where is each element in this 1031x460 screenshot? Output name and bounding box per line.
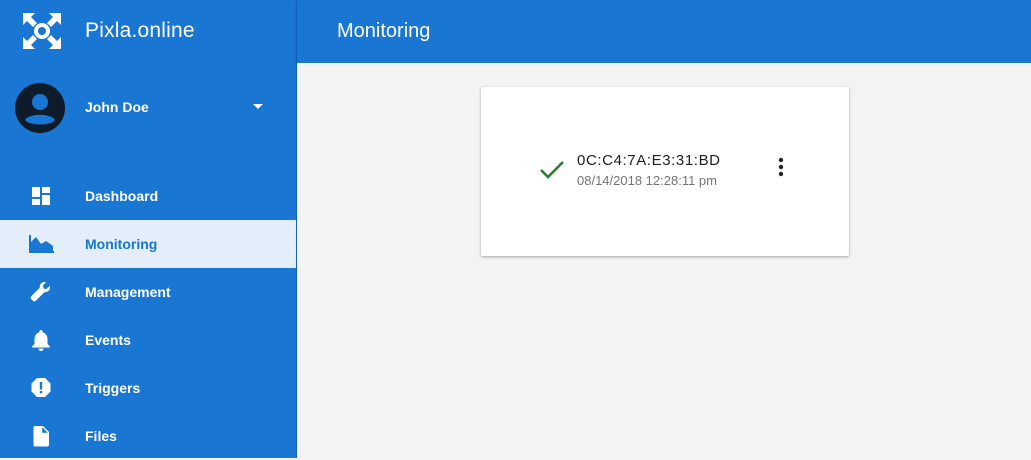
device-card[interactable]: 0C:C4:7A:E3:31:BD 08/14/2018 12:28:11 pm [481, 87, 849, 256]
sidebar-item-dashboard[interactable]: Dashboard [0, 172, 296, 220]
file-icon [33, 426, 49, 447]
check-icon [540, 161, 564, 179]
sidebar-item-management[interactable]: Management [0, 268, 296, 316]
sidebar-item-label: Monitoring [85, 236, 158, 252]
sidebar-item-label: Triggers [85, 380, 141, 396]
sidebar-item-label: Management [85, 284, 171, 300]
pixla-logo-icon [23, 13, 61, 49]
area-chart-icon [29, 235, 54, 253]
sidebar-item-monitoring[interactable]: Monitoring [0, 220, 296, 268]
caret-down-icon[interactable] [253, 104, 263, 109]
device-last-seen: 08/14/2018 12:28:11 pm [577, 173, 717, 188]
brand[interactable]: Pixla.online [0, 0, 297, 63]
alert-octagon-icon [31, 378, 51, 397]
page-title: Monitoring [337, 20, 431, 42]
user-profile[interactable]: John Doe [0, 80, 297, 136]
sidebar-item-events[interactable]: Events [0, 316, 296, 364]
sidebar: Pixla.online John Doe Dashboard Monitori… [0, 0, 297, 458]
dashboard-icon [32, 187, 50, 205]
app-name: Pixla.online [85, 19, 195, 42]
sidebar-item-label: Files [85, 428, 117, 444]
device-id: 0C:C4:7A:E3:31:BD [577, 152, 721, 169]
bell-icon [32, 330, 50, 351]
sidebar-nav: Dashboard Monitoring Management Events T… [0, 172, 296, 460]
sidebar-item-files[interactable]: Files [0, 412, 296, 460]
more-vert-icon[interactable] [771, 155, 791, 179]
sidebar-item-triggers[interactable]: Triggers [0, 364, 296, 412]
main-content: 0C:C4:7A:E3:31:BD 08/14/2018 12:28:11 pm [297, 63, 1031, 458]
user-name: John Doe [85, 99, 149, 115]
app-header: Monitoring [297, 0, 1031, 63]
sidebar-item-label: Dashboard [85, 188, 159, 204]
sidebar-item-label: Events [85, 332, 131, 348]
wrench-icon [30, 282, 50, 302]
account-circle-icon [15, 83, 65, 133]
